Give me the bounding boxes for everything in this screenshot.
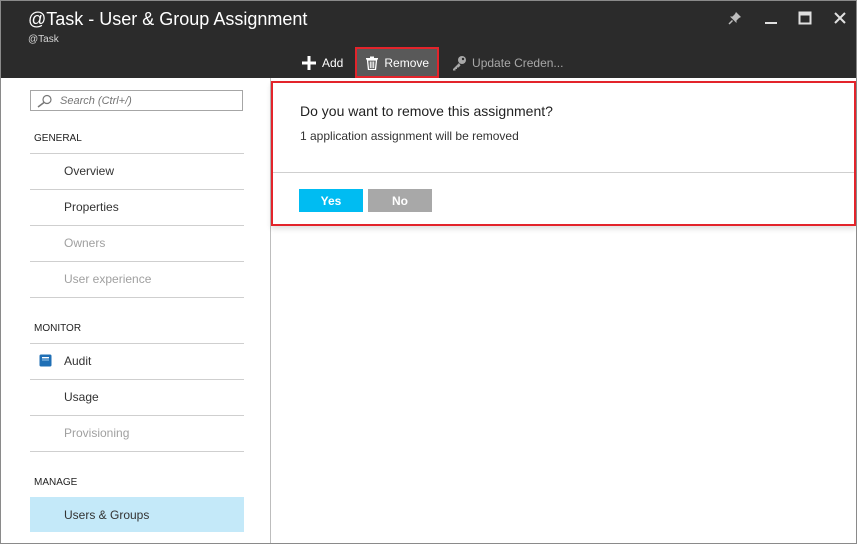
section-header-manage: MANAGE	[34, 477, 78, 488]
app-window: @Task - User & Group Assignment @Task Ad…	[0, 0, 857, 544]
sidebar-item-provisioning[interactable]: Provisioning	[30, 415, 244, 450]
sidebar-item-owners[interactable]: Owners	[30, 225, 244, 260]
trash-icon	[366, 56, 379, 70]
section-header-general: GENERAL	[34, 133, 82, 144]
sidebar-item-audit[interactable]: Audit	[30, 343, 244, 378]
window-subtitle: @Task	[28, 34, 59, 45]
window-title: @Task - User & Group Assignment	[28, 9, 308, 29]
section-header-monitor: MONITOR	[34, 323, 82, 334]
search-icon	[37, 94, 52, 108]
pin-icon[interactable]	[724, 9, 746, 27]
dialog-divider	[273, 172, 854, 173]
sidebar-item-label: User experience	[64, 272, 152, 286]
sidebar-item-label: Owners	[64, 236, 106, 250]
update-credentials-label: Update Creden...	[472, 55, 564, 70]
title-bar: @Task - User & Group Assignment @Task Ad…	[1, 1, 856, 78]
sidebar-item-label: Properties	[64, 200, 119, 214]
dialog-message: 1 application assignment will be removed	[300, 129, 519, 143]
sidebar-item-properties[interactable]: Properties	[30, 189, 244, 224]
sidebar-item-label: Provisioning	[64, 426, 130, 440]
update-credentials-button[interactable]: Update Creden...	[443, 47, 571, 78]
yes-button[interactable]: Yes	[299, 189, 363, 212]
no-button[interactable]: No	[368, 189, 432, 212]
search-input[interactable]	[58, 93, 232, 108]
dialog-title: Do you want to remove this assignment?	[300, 103, 553, 119]
sidebar-item-user-experience[interactable]: User experience	[30, 261, 244, 296]
close-icon[interactable]	[829, 9, 851, 27]
sidebar-item-label: Users & Groups	[64, 507, 150, 522]
command-toolbar: Add Remove Update Creden...	[293, 47, 571, 78]
sidebar-item-usage[interactable]: Usage	[30, 379, 244, 414]
maximize-icon[interactable]	[794, 9, 816, 27]
remove-button[interactable]: Remove	[355, 47, 440, 78]
minimize-icon[interactable]	[760, 9, 782, 27]
sidebar: GENERAL Overview Properties Owners User …	[1, 78, 271, 543]
section-divider	[30, 297, 244, 298]
sidebar-item-label: Overview	[64, 164, 115, 178]
sidebar-item-users-groups[interactable]: Users & Groups	[30, 497, 244, 532]
add-button-label: Add	[322, 55, 344, 70]
sidebar-item-overview[interactable]: Overview	[30, 153, 244, 188]
plus-icon	[302, 55, 316, 70]
confirm-remove-dialog: Do you want to remove this assignment? 1…	[271, 81, 856, 226]
sidebar-item-label: Usage	[64, 390, 99, 404]
search-box[interactable]	[30, 90, 243, 111]
audit-book-icon	[39, 354, 52, 367]
key-icon	[453, 55, 467, 70]
add-button[interactable]: Add	[293, 47, 351, 78]
section-divider	[30, 451, 244, 452]
sidebar-item-label: Audit	[64, 354, 92, 368]
remove-button-label: Remove	[384, 55, 430, 70]
